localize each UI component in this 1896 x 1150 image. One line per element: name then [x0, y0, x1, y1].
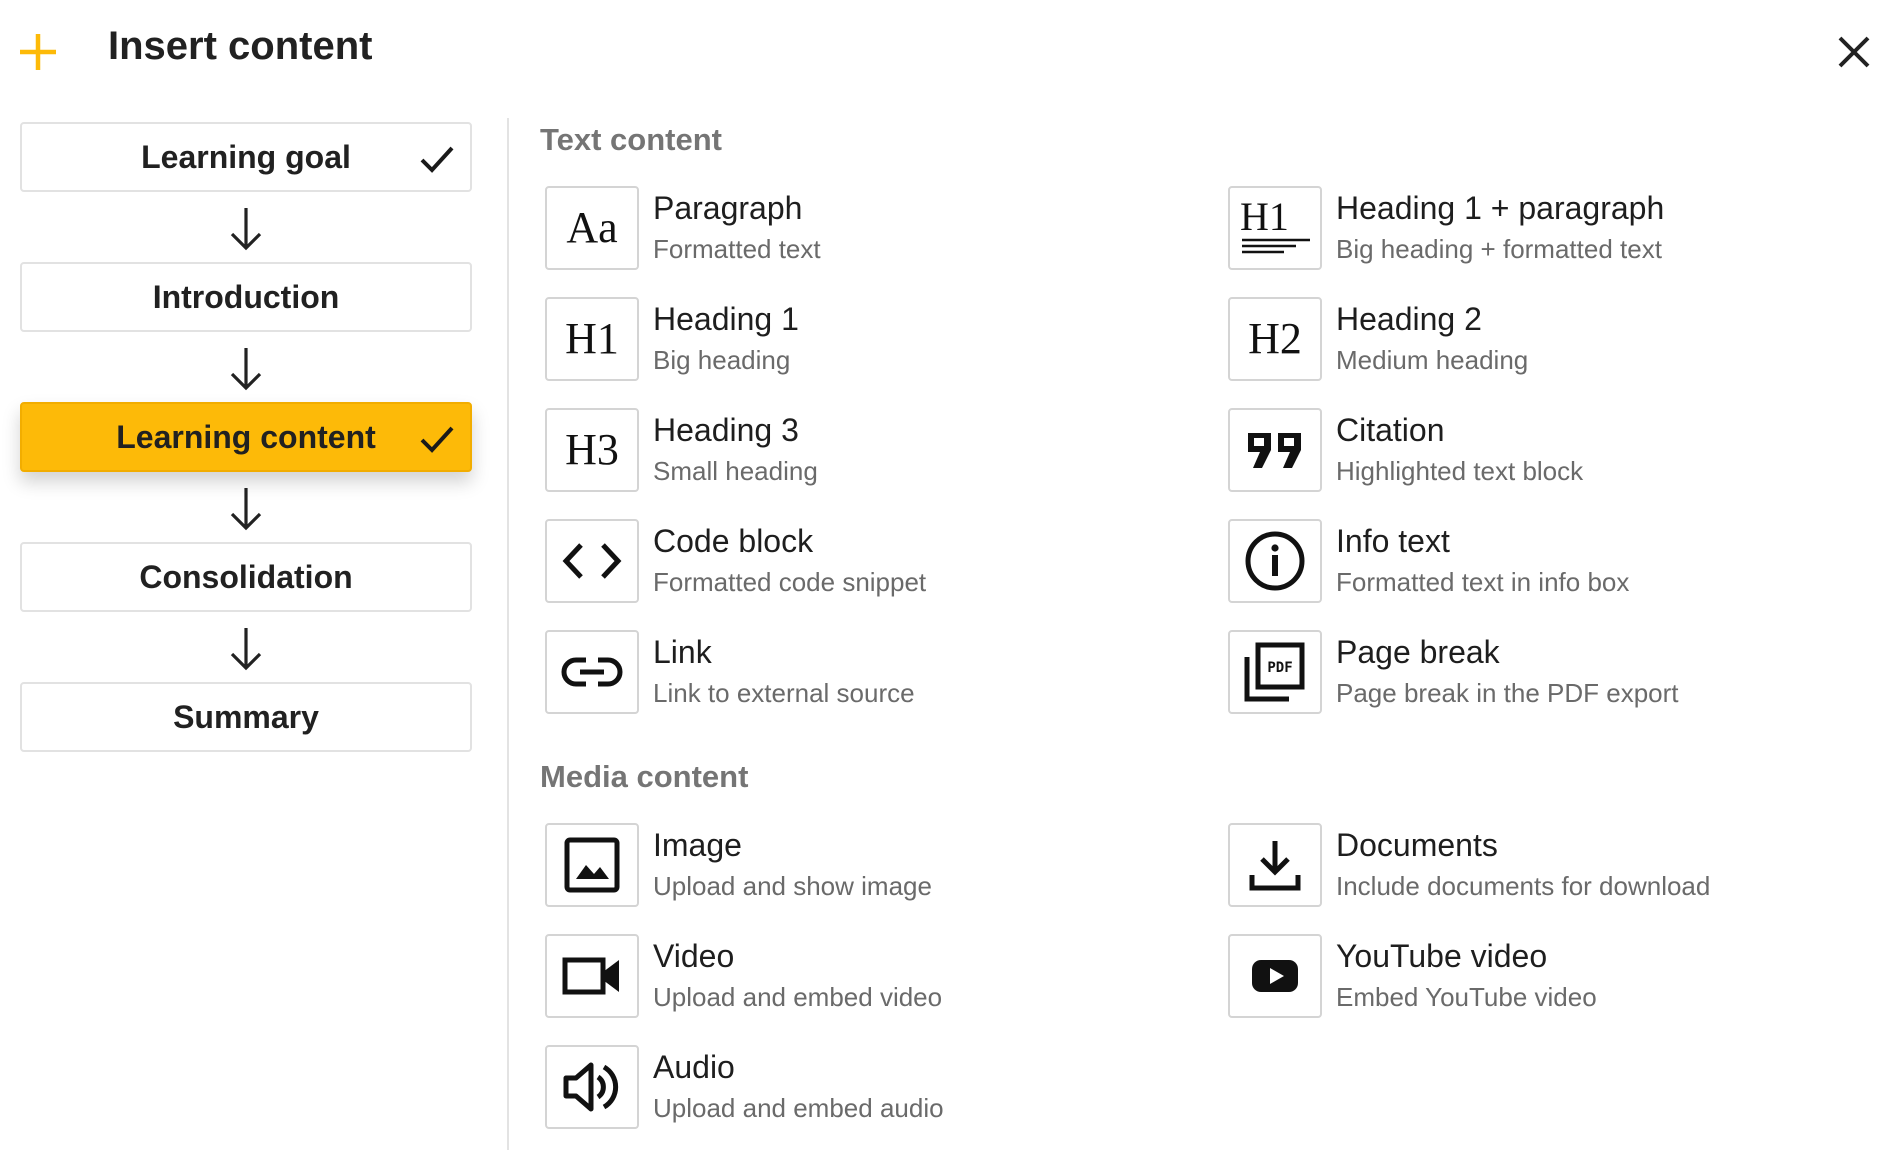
item-subtitle: Link to external source — [653, 678, 915, 708]
item-title: Code block — [653, 523, 814, 559]
insert-heading1-paragraph[interactable]: H1 Heading 1 + paragraph Big heading + f… — [1228, 186, 1868, 272]
step-introduction[interactable]: Introduction — [20, 262, 472, 332]
insert-info-text[interactable]: Info text Formatted text in info box — [1228, 519, 1868, 605]
step-learning-goal[interactable]: Learning goal — [20, 122, 472, 192]
item-title: Image — [653, 827, 742, 863]
video-icon-box — [545, 934, 639, 1018]
aa-icon: Aa — [545, 186, 639, 270]
item-title: Heading 3 — [653, 412, 799, 448]
item-subtitle: Upload and embed video — [653, 982, 943, 1012]
pdf-icon-box: PDF — [1228, 630, 1322, 714]
item-title: Link — [653, 634, 712, 670]
info-icon — [1245, 531, 1305, 591]
h2-icon: H2 — [1228, 297, 1322, 381]
dialog-header: Insert content — [0, 0, 1896, 110]
item-title: Video — [653, 938, 735, 974]
item-subtitle: Big heading + formatted text — [1336, 234, 1662, 264]
step-label: Learning goal — [141, 138, 351, 175]
insert-page-break[interactable]: PDF Page break Page break in the PDF exp… — [1228, 630, 1868, 716]
item-title: Documents — [1336, 827, 1498, 863]
item-title: YouTube video — [1336, 938, 1548, 974]
item-title: Citation — [1336, 412, 1445, 448]
section-title-text-content: Text content — [540, 122, 722, 157]
code-icon — [562, 543, 622, 579]
quote-icon — [1248, 433, 1301, 468]
step-label: Consolidation — [139, 558, 353, 595]
item-subtitle: Upload and embed audio — [653, 1093, 944, 1123]
step-summary[interactable]: Summary — [20, 682, 472, 752]
check-icon — [420, 146, 454, 173]
insert-code-block[interactable]: Code block Formatted code snippet — [545, 519, 1185, 605]
insert-video[interactable]: Video Upload and embed video — [545, 934, 1185, 1020]
item-subtitle: Highlighted text block — [1336, 456, 1584, 486]
insert-heading3[interactable]: H3 Heading 3 Small heading — [545, 408, 1185, 494]
h1-icon: H1 — [545, 297, 639, 381]
item-title: Audio — [653, 1049, 735, 1085]
item-subtitle: Page break in the PDF export — [1336, 678, 1679, 708]
item-subtitle: Include documents for download — [1336, 871, 1711, 901]
text-lines-icon — [1242, 238, 1310, 254]
step-label: Summary — [173, 698, 319, 735]
arrow-down-icon — [230, 628, 262, 671]
insert-audio[interactable]: Audio Upload and embed audio — [545, 1045, 1185, 1131]
dialog-title: Insert content — [108, 24, 373, 68]
info-icon-box — [1228, 519, 1322, 603]
close-icon[interactable] — [1834, 32, 1874, 72]
insert-citation[interactable]: Citation Highlighted text block — [1228, 408, 1868, 494]
video-icon — [562, 957, 619, 995]
item-subtitle: Formatted text — [653, 234, 821, 264]
insert-documents[interactable]: Documents Include documents for download — [1228, 823, 1868, 909]
insert-image[interactable]: Image Upload and show image — [545, 823, 1185, 909]
item-subtitle: Embed YouTube video — [1336, 982, 1597, 1012]
plus-icon — [20, 34, 56, 70]
step-consolidation[interactable]: Consolidation — [20, 542, 472, 612]
arrow-down-icon — [230, 488, 262, 531]
vertical-divider — [507, 118, 509, 1150]
item-subtitle: Small heading — [653, 456, 818, 486]
download-icon-box — [1228, 823, 1322, 907]
check-icon — [420, 426, 454, 453]
item-title: Heading 1 + paragraph — [1336, 190, 1665, 226]
speaker-icon — [563, 1062, 619, 1112]
step-learning-content[interactable]: Learning content — [20, 402, 472, 472]
code-icon-box — [545, 519, 639, 603]
step-label: Learning content — [116, 418, 376, 455]
youtube-icon — [1252, 960, 1298, 992]
arrow-down-icon — [230, 208, 262, 251]
insert-paragraph[interactable]: Aa Paragraph Formatted text — [545, 186, 1185, 272]
item-subtitle: Medium heading — [1336, 345, 1529, 375]
section-title-media-content: Media content — [540, 759, 749, 794]
item-title: Page break — [1336, 634, 1500, 670]
item-subtitle: Formatted text in info box — [1336, 567, 1630, 597]
youtube-icon-box — [1228, 934, 1322, 1018]
insert-heading2[interactable]: H2 Heading 2 Medium heading — [1228, 297, 1868, 383]
link-icon-box — [545, 630, 639, 714]
image-icon — [564, 837, 620, 893]
pdf-icon: PDF — [1244, 642, 1305, 702]
insert-youtube-video[interactable]: YouTube video Embed YouTube video — [1228, 934, 1868, 1020]
item-subtitle: Upload and show image — [653, 871, 932, 901]
item-title: Heading 2 — [1336, 301, 1482, 337]
image-icon-box — [545, 823, 639, 907]
h3-icon: H3 — [545, 408, 639, 492]
item-title: Paragraph — [653, 190, 803, 226]
link-icon — [561, 657, 623, 687]
arrow-down-icon — [230, 348, 262, 391]
item-subtitle: Formatted code snippet — [653, 567, 927, 597]
h1-paragraph-icon: H1 — [1228, 186, 1322, 270]
audio-icon-box — [545, 1045, 639, 1129]
download-icon — [1249, 841, 1301, 891]
step-label: Introduction — [152, 278, 340, 315]
item-subtitle: Big heading — [653, 345, 791, 375]
insert-link[interactable]: Link Link to external source — [545, 630, 1185, 716]
item-title: Info text — [1336, 523, 1450, 559]
insert-heading1[interactable]: H1 Heading 1 Big heading — [545, 297, 1185, 383]
quote-icon-box — [1228, 408, 1322, 492]
item-title: Heading 1 — [653, 301, 799, 337]
pdf-label: PDF — [1267, 660, 1292, 676]
